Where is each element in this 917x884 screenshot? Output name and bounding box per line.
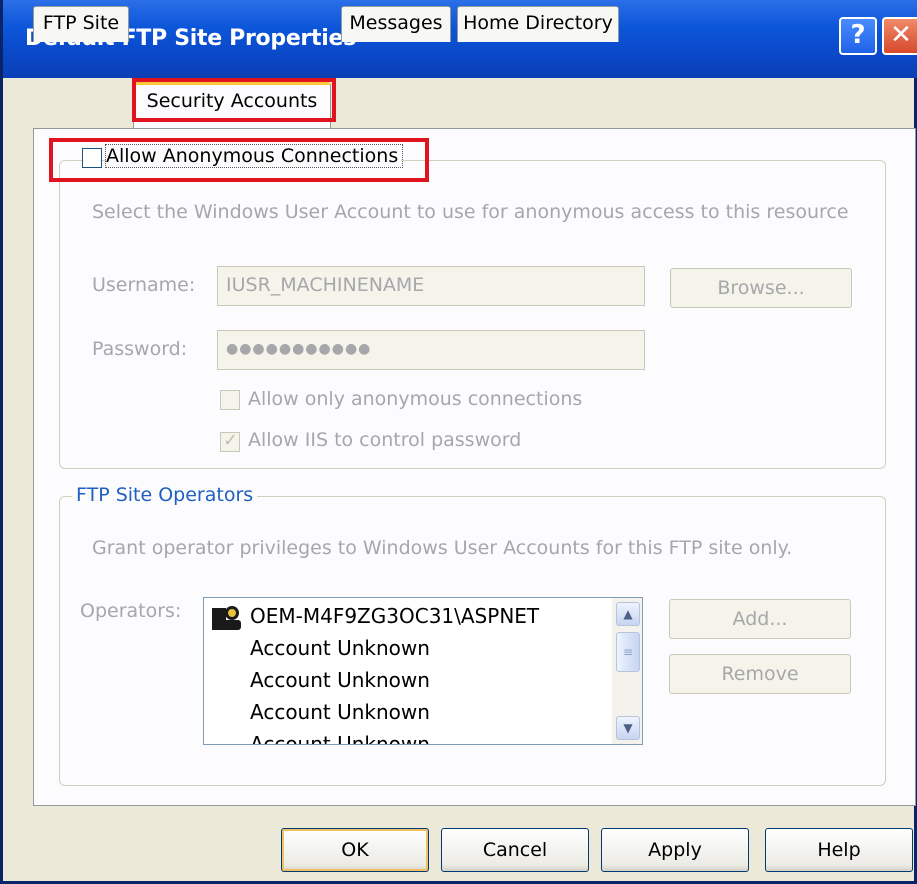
remove-button[interactable]: Remove: [669, 654, 851, 694]
ok-button[interactable]: OK: [281, 828, 429, 872]
browse-button[interactable]: Browse...: [670, 268, 852, 308]
help-icon[interactable]: ?: [839, 17, 877, 55]
operators-description: Grant operator privileges to Windows Use…: [92, 537, 793, 559]
list-item[interactable]: Account Unknown: [250, 700, 430, 724]
checkmark-icon: ✓: [223, 430, 239, 451]
anonymous-description: Select the Windows User Account to use f…: [92, 201, 849, 223]
add-button[interactable]: Add...: [669, 599, 851, 639]
properties-dialog: Default FTP Site Properties ? ✕ FTP Site…: [0, 0, 917, 884]
user-icon: [212, 606, 241, 630]
only-anonymous-label[interactable]: Allow only anonymous connections: [248, 388, 582, 410]
operators-group-title: FTP Site Operators: [72, 484, 258, 506]
tab-ftp-site[interactable]: FTP Site: [33, 6, 129, 42]
help-button[interactable]: Help: [765, 828, 913, 872]
list-item[interactable]: OEM-M4F9ZG3OC31\ASPNET: [250, 604, 539, 628]
security-accounts-highlight: [132, 78, 336, 122]
only-anonymous-checkbox[interactable]: [220, 390, 240, 410]
apply-button[interactable]: Apply: [601, 828, 749, 872]
allow-anonymous-highlight: [49, 138, 429, 182]
scroll-down-icon[interactable]: ▼: [616, 716, 640, 740]
password-label: Password:: [92, 338, 188, 360]
list-item[interactable]: Account Unknown: [250, 636, 430, 660]
scrollbar-thumb[interactable]: ≡: [616, 632, 640, 672]
list-item[interactable]: Account Unknown: [250, 732, 430, 744]
username-label: Username:: [92, 274, 196, 296]
operators-label: Operators:: [80, 600, 182, 622]
close-icon[interactable]: ✕: [882, 17, 917, 55]
tab-messages[interactable]: Messages: [341, 6, 451, 42]
password-field[interactable]: ●●●●●●●●●●●: [217, 330, 645, 370]
operators-list[interactable]: OEM-M4F9ZG3OC31\ASPNET Account Unknown A…: [203, 597, 643, 745]
username-field[interactable]: IUSR_MACHINENAME: [217, 266, 645, 306]
cancel-button[interactable]: Cancel: [441, 828, 589, 872]
list-item[interactable]: Account Unknown: [250, 668, 430, 692]
operators-scrollbar[interactable]: ▲ ≡ ▼: [612, 598, 642, 744]
iis-control-checkbox[interactable]: ✓: [220, 430, 240, 452]
scroll-up-icon[interactable]: ▲: [616, 602, 640, 626]
tab-home-directory[interactable]: Home Directory: [457, 6, 619, 42]
iis-control-label[interactable]: Allow IIS to control password: [248, 429, 521, 451]
